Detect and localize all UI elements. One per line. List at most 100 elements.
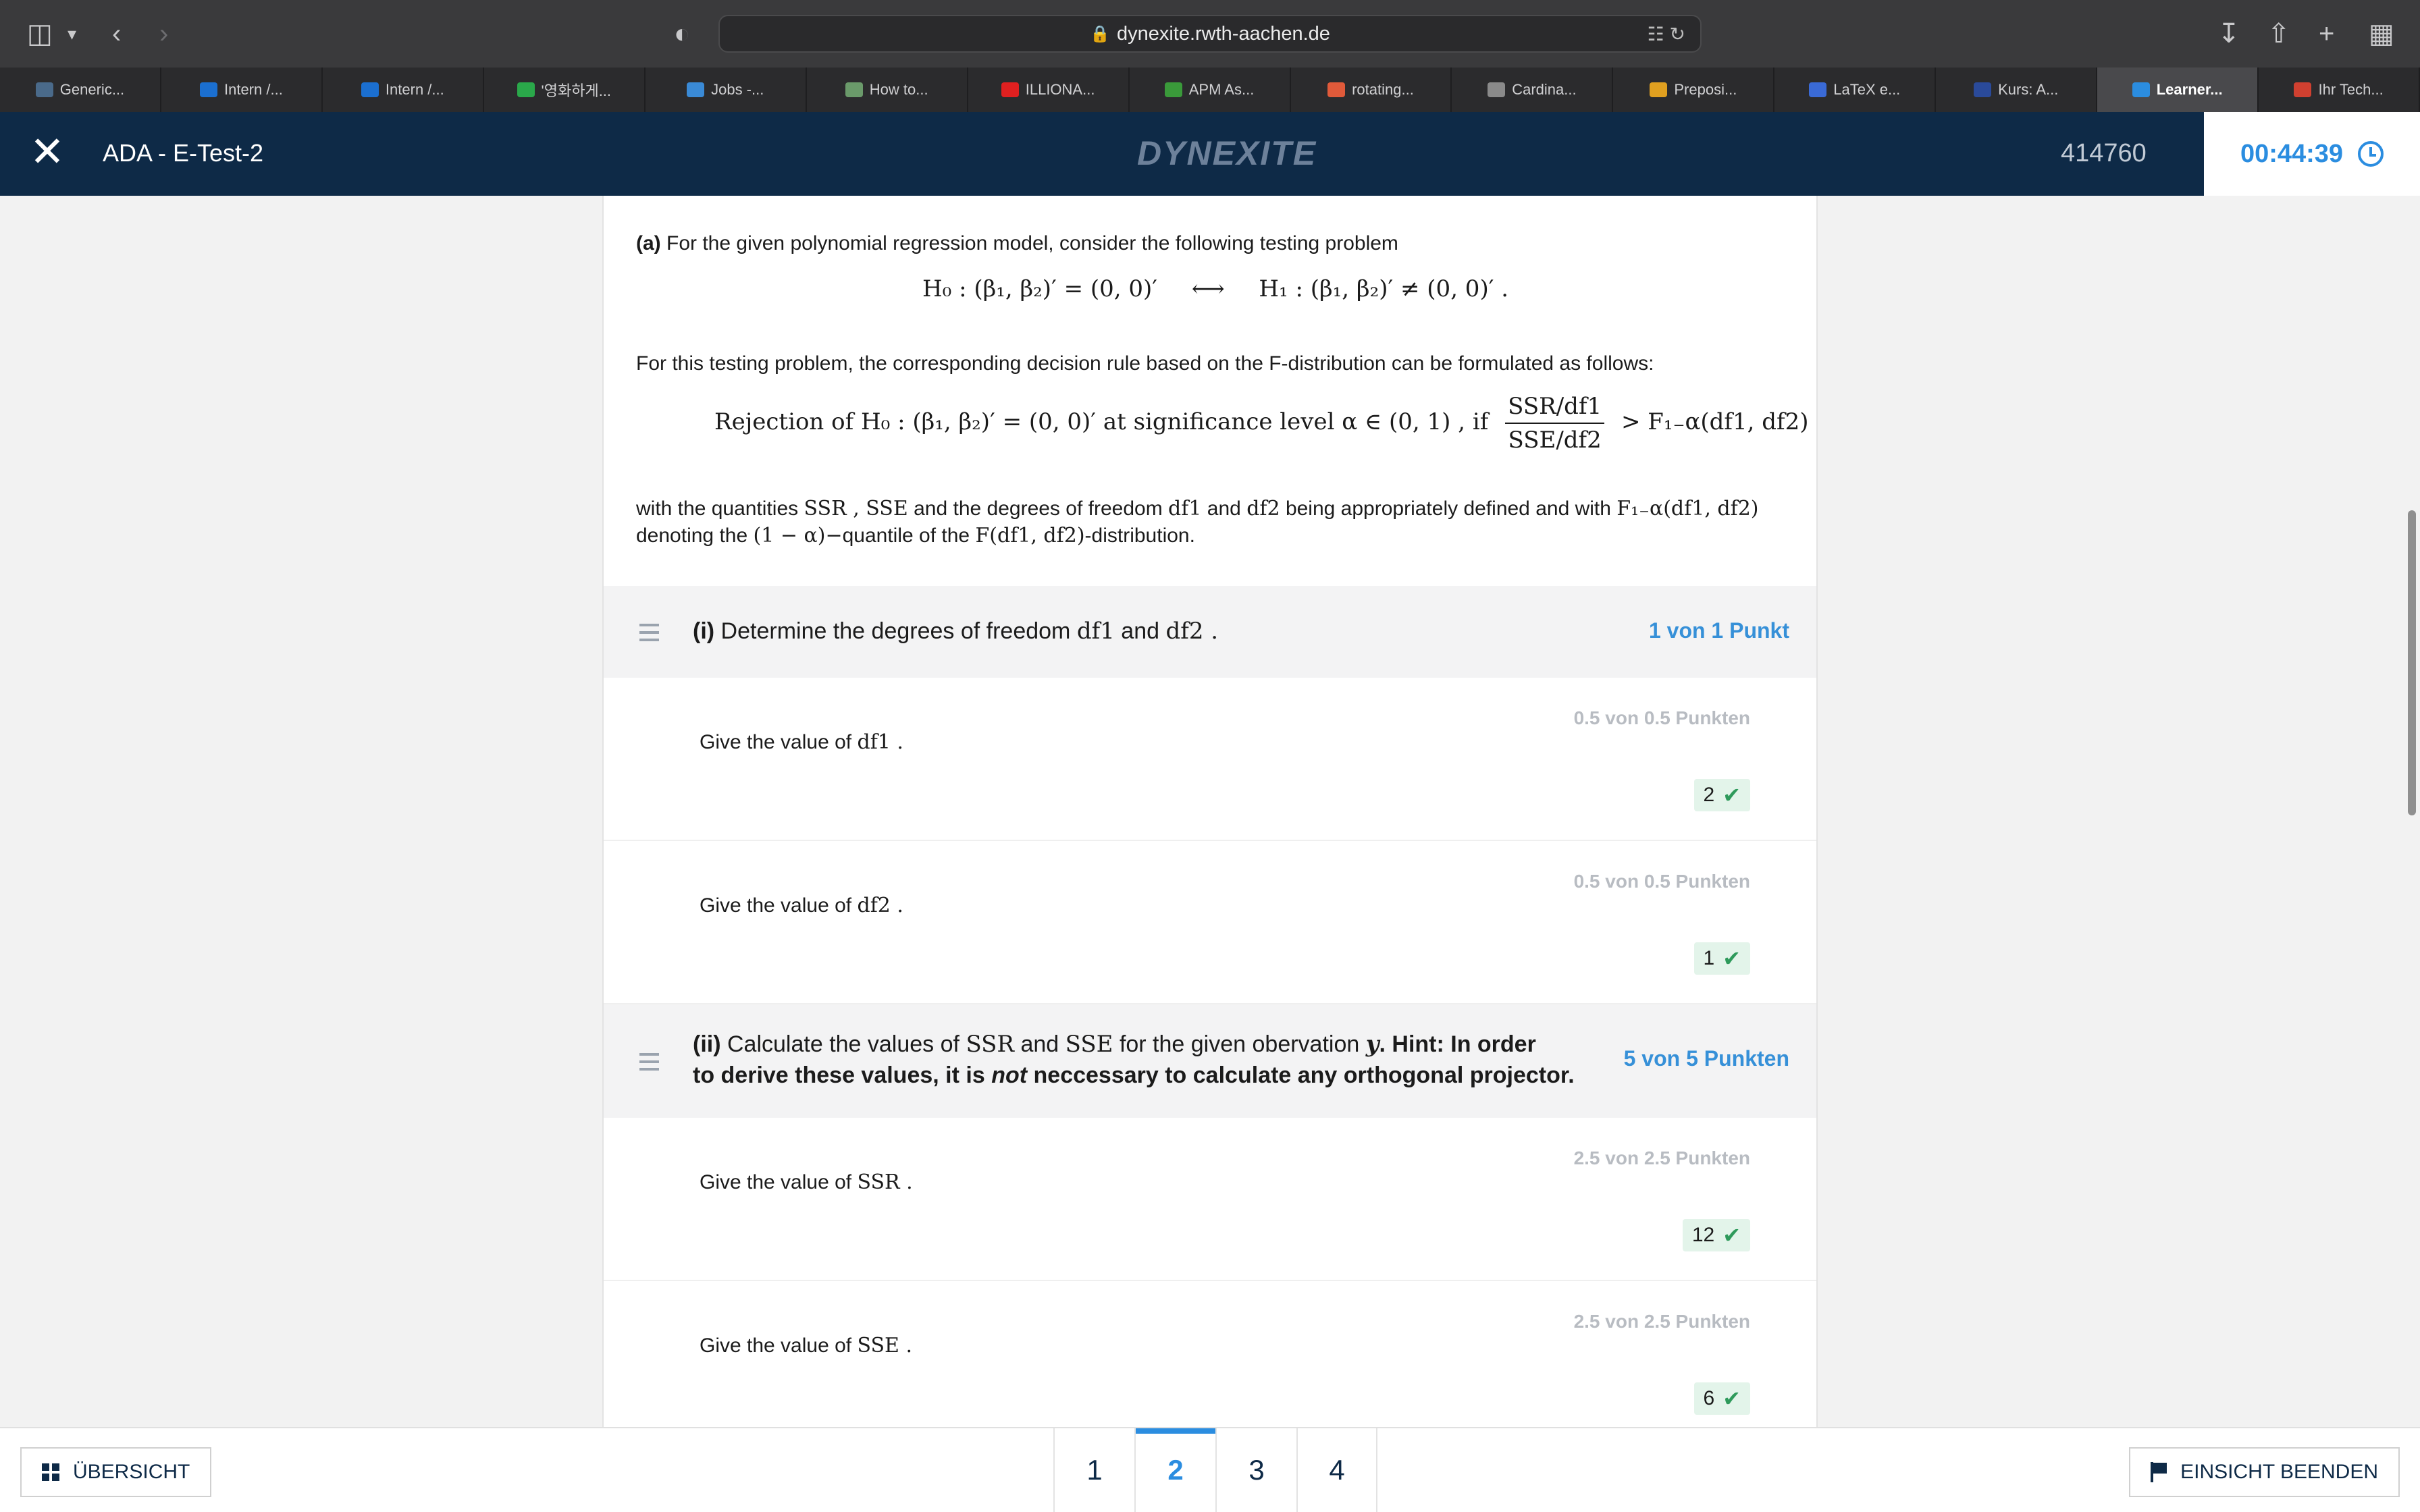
candidate-id: 414760 bbox=[2061, 139, 2147, 167]
hint-text: to derive these values, it is bbox=[693, 1062, 985, 1088]
page-button[interactable]: 2 bbox=[1134, 1428, 1217, 1512]
page-button[interactable]: 1 bbox=[1053, 1428, 1134, 1512]
page-button[interactable]: 3 bbox=[1215, 1428, 1296, 1512]
letter-a-icon bbox=[1809, 82, 1827, 97]
task-label: (a) bbox=[636, 232, 661, 254]
end-review-button[interactable]: EINSICHT BEENDEN bbox=[2129, 1447, 2400, 1497]
translate-reload-icons[interactable]: ☷ ↻ bbox=[1648, 23, 1685, 45]
new-tab-icon[interactable]: + bbox=[2319, 19, 2334, 49]
question-text: Give the value of SSR . bbox=[700, 1170, 913, 1194]
browser-tab[interactable]: APM As... bbox=[1130, 68, 1291, 112]
browser-tab[interactable]: ILLIONA... bbox=[968, 68, 1130, 112]
browser-tab-label: Preposi... bbox=[1674, 81, 1737, 98]
browser-tab-label: Generic... bbox=[59, 81, 125, 98]
end-review-label: EINSICHT BEENDEN bbox=[2180, 1461, 2378, 1483]
title-math: y bbox=[1365, 1031, 1379, 1058]
browser-tab-label: Learner... bbox=[2156, 81, 2223, 98]
list-icon[interactable] bbox=[636, 1053, 659, 1071]
address-bar[interactable]: 🔒 dynexite.rwth-aachen.de ☷ ↻ bbox=[718, 15, 1702, 53]
browser-tab[interactable]: How to... bbox=[807, 68, 968, 112]
browser-tab[interactable]: '영화하게... bbox=[484, 68, 646, 112]
fraction-numerator: SSR/df1 bbox=[1505, 393, 1605, 424]
hypothesis-formula: H₀ : (β₁, β₂)′ = (0, 0)′ ⟷ H₁ : (β₁, β₂)… bbox=[922, 275, 1508, 302]
part-label: (i) bbox=[693, 618, 715, 644]
browser-tab[interactable]: Preposi... bbox=[1613, 68, 1775, 112]
lock-icon: 🔒 bbox=[1090, 24, 1110, 43]
part-ii-title: (ii) Calculate the values of SSR and SSE… bbox=[693, 1029, 1575, 1091]
browser-tab[interactable]: Kurs: A... bbox=[1936, 68, 2098, 112]
browser-tab[interactable]: Learner... bbox=[2097, 68, 2259, 112]
brand-logo: DYNEXITE bbox=[1137, 134, 1317, 172]
answer-badge: 6 ✔ bbox=[1693, 1382, 1750, 1415]
image-icon bbox=[1488, 82, 1506, 97]
null-hypothesis: H₀ : (β₁, β₂)′ = (0, 0)′ bbox=[922, 275, 1158, 302]
part-ii-header[interactable]: (ii) Calculate the values of SSR and SSE… bbox=[604, 1004, 1816, 1118]
question-prompt: Give the value of bbox=[700, 894, 852, 917]
browser-tab[interactable]: Ihr Tech... bbox=[2259, 68, 2420, 112]
answer-value: 2 bbox=[1703, 784, 1715, 806]
browser-tab[interactable]: Intern /... bbox=[323, 68, 484, 112]
alt-hypothesis: H₁ : (β₁, β₂)′ ≠ (0, 0)′ . bbox=[1259, 275, 1509, 302]
rule-suffix: > F₁₋α(df1, df2) bbox=[1621, 408, 1809, 435]
question-sse: 2.5 von 2.5 Punkten Give the value of SS… bbox=[604, 1281, 1816, 1427]
f-statistic-fraction: SSR/df1 SSE/df2 bbox=[1505, 393, 1605, 454]
def-math: F(df1, df2) bbox=[975, 524, 1085, 547]
question-text: Give the value of df1 . bbox=[700, 730, 903, 754]
equivalence-arrow: ⟷ bbox=[1191, 275, 1225, 302]
download-icon[interactable]: ↧ bbox=[2217, 19, 2240, 49]
back-icon[interactable]: ‹ bbox=[112, 19, 121, 49]
question-math: SSR . bbox=[857, 1170, 913, 1194]
list-icon[interactable] bbox=[636, 624, 659, 641]
close-icon[interactable]: ✕ bbox=[27, 132, 68, 173]
gmail-icon bbox=[2294, 82, 2312, 97]
tab-strip: Generic... Intern /... Intern /... '영화하게...… bbox=[0, 68, 2420, 112]
pen-icon bbox=[845, 82, 863, 97]
title-text: Calculate the values of bbox=[727, 1031, 959, 1057]
check-icon: ✔ bbox=[1722, 783, 1741, 807]
question-math: df1 . bbox=[857, 730, 903, 754]
def-text: -distribution. bbox=[1084, 524, 1195, 547]
leaf-icon bbox=[1164, 82, 1182, 97]
sap-icon bbox=[361, 82, 379, 97]
title-text: and bbox=[1020, 1031, 1059, 1057]
part-i-header[interactable]: (i) Determine the degrees of freedom df1… bbox=[604, 586, 1816, 678]
question-points: 0.5 von 0.5 Punkten bbox=[1573, 871, 1750, 892]
check-icon: ✔ bbox=[1722, 1223, 1741, 1247]
task-intro-text: For the given polynomial regression mode… bbox=[666, 232, 1398, 254]
url-text: dynexite.rwth-aachen.de bbox=[1116, 22, 1330, 45]
globe-icon bbox=[35, 82, 53, 97]
scrollbar[interactable] bbox=[2408, 510, 2416, 815]
part-ii-title-line-2: to derive these values, it is not necces… bbox=[693, 1060, 1575, 1091]
browser-tab-label: How to... bbox=[869, 81, 928, 98]
browser-tab[interactable]: rotating... bbox=[1291, 68, 1452, 112]
definition-line-2: denoting the (1 − α)−quantile of the F(d… bbox=[636, 524, 1195, 547]
browser-tab[interactable]: Cardina... bbox=[1452, 68, 1614, 112]
tab-overview-icon[interactable]: ▦ bbox=[2369, 19, 2394, 49]
forward-icon[interactable]: › bbox=[159, 19, 168, 49]
hint-text: . Hint: In order bbox=[1379, 1031, 1536, 1057]
sidebar-toggle-icon[interactable]: ◫ bbox=[27, 19, 53, 49]
overview-button[interactable]: ÜBERSICHT bbox=[20, 1447, 212, 1497]
title-math: SSE bbox=[1065, 1031, 1113, 1058]
def-math: df2 bbox=[1246, 497, 1280, 520]
browser-tab[interactable]: Jobs -... bbox=[646, 68, 807, 112]
answer-badge: 1 ✔ bbox=[1693, 942, 1750, 975]
def-math: SSR , SSE bbox=[804, 497, 908, 520]
share-icon[interactable]: ⇧ bbox=[2267, 19, 2290, 49]
page-button[interactable]: 4 bbox=[1296, 1428, 1377, 1512]
question-math: SSE . bbox=[857, 1334, 913, 1357]
task-content: (a) For the given polynomial regression … bbox=[602, 196, 1818, 1427]
check-icon: ✔ bbox=[1722, 946, 1741, 971]
browser-tab[interactable]: Intern /... bbox=[161, 68, 323, 112]
rwth-icon bbox=[1974, 82, 1992, 97]
browser-tab[interactable]: Generic... bbox=[0, 68, 161, 112]
browser-tab[interactable]: LaTeX e... bbox=[1774, 68, 1937, 112]
shield-icon[interactable]: ◐ bbox=[674, 19, 690, 49]
def-text: and the degrees of freedom bbox=[914, 497, 1163, 520]
browser-toolbar: ◫ ▾ ‹ › ◐ 🔒 dynexite.rwth-aachen.de ☷ ↻ … bbox=[0, 0, 2420, 68]
question-points: 2.5 von 2.5 Punkten bbox=[1573, 1148, 1750, 1168]
rule-intro: For this testing problem, the correspond… bbox=[636, 352, 1654, 375]
title-math: df2 . bbox=[1165, 618, 1219, 645]
def-math: F₁₋α(df1, df2) bbox=[1616, 497, 1759, 520]
chevron-down-icon[interactable]: ▾ bbox=[68, 19, 76, 49]
